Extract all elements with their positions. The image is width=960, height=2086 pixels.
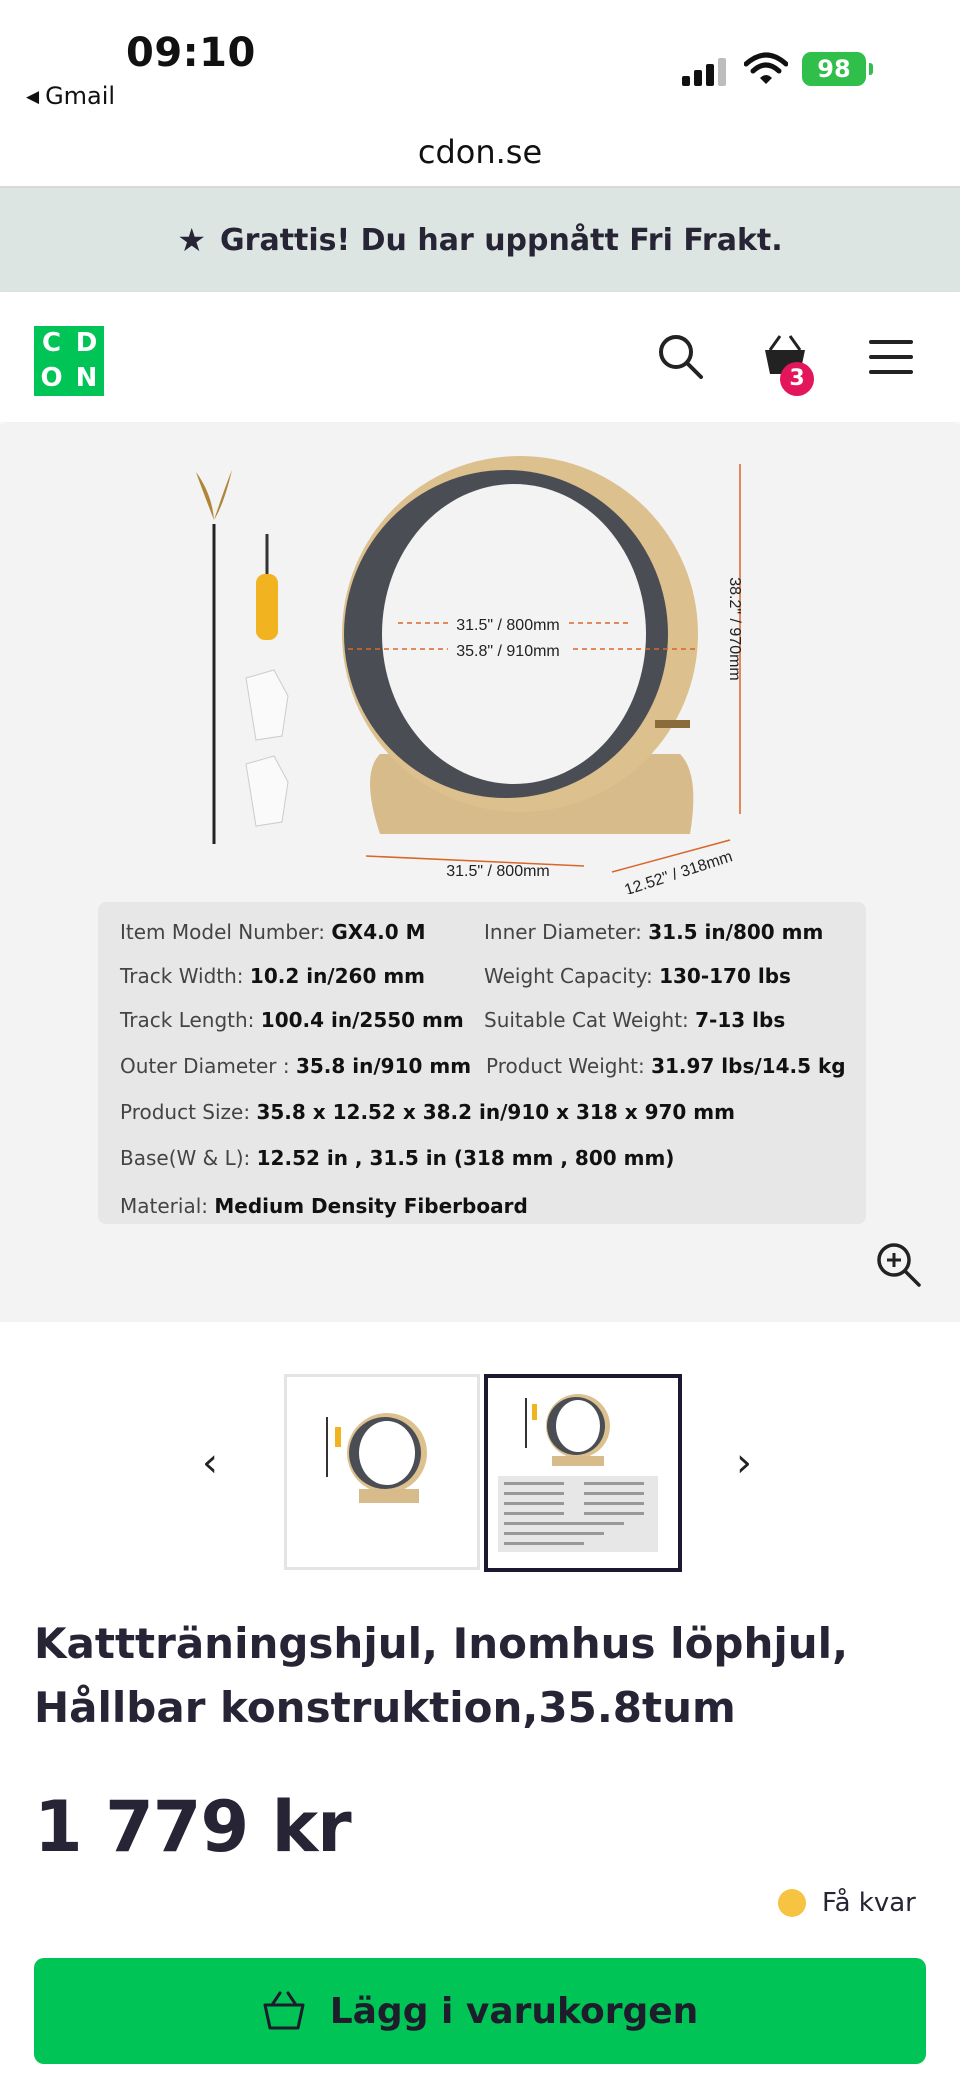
zoom-in-icon[interactable] bbox=[874, 1240, 924, 1290]
inner-dim-label: 31.5" / 800mm bbox=[456, 617, 560, 634]
spec-label: Suitable Cat Weight: bbox=[484, 1008, 689, 1032]
cdon-logo[interactable]: C D O N bbox=[34, 326, 104, 396]
spec-item: Material: Medium Density Fiberboard bbox=[120, 1194, 528, 1218]
spec-item: Track Length: 100.4 in/2550 mm bbox=[120, 1008, 464, 1032]
spec-label: Product Size: bbox=[120, 1100, 251, 1124]
back-app-label: Gmail bbox=[45, 82, 116, 110]
url-bar[interactable]: cdon.se bbox=[0, 130, 960, 188]
add-to-cart-button[interactable]: Lägg i varukorgen bbox=[34, 1958, 926, 2064]
promo-text: Grattis! Du har uppnått Fri Frakt. bbox=[220, 222, 783, 258]
screwdriver bbox=[256, 574, 278, 640]
glove-1 bbox=[245, 669, 289, 741]
cellular-signal-icon bbox=[682, 56, 730, 86]
spec-label: Track Width: bbox=[120, 964, 244, 988]
spec-item: Outer Diameter : 35.8 in/910 mm bbox=[120, 1054, 471, 1078]
basket-icon bbox=[263, 1991, 305, 2030]
menu-icon[interactable] bbox=[866, 332, 916, 382]
logo-letter: C bbox=[41, 328, 62, 358]
spec-label: Track Length: bbox=[120, 1008, 255, 1032]
stock-status: Få kvar bbox=[778, 1888, 916, 1918]
depth-dim-label: 12.52" / 318mm bbox=[623, 848, 735, 894]
site-header: C D O N 3 bbox=[0, 292, 960, 422]
spec-item: Suitable Cat Weight: 7-13 lbs bbox=[484, 1008, 785, 1032]
glove-2 bbox=[245, 755, 289, 827]
spec-item: Weight Capacity: 130-170 lbs bbox=[484, 964, 791, 988]
height-dim-label: 38.2" / 970mm bbox=[726, 577, 743, 681]
spec-item: Track Width: 10.2 in/260 mm bbox=[120, 964, 425, 988]
thumbnail-1-image bbox=[326, 1413, 427, 1503]
status-bar: 09:10 ◀ Gmail 98 bbox=[0, 0, 960, 130]
spec-value: 130-170 lbs bbox=[659, 964, 791, 988]
spec-value: 31.97 lbs/14.5 kg bbox=[651, 1054, 846, 1078]
spec-label: Product Weight: bbox=[486, 1054, 645, 1078]
wifi-icon bbox=[744, 52, 788, 84]
spec-label: Base(W & L): bbox=[120, 1146, 251, 1170]
product-image: 31.5" / 800mm 35.8" / 910mm 38.2" / 970m… bbox=[196, 456, 743, 894]
back-to-app-link[interactable]: ◀ Gmail bbox=[26, 82, 115, 110]
cart-count-badge: 3 bbox=[780, 362, 814, 396]
spec-item: Base(W & L): 12.52 in , 31.5 in (318 mm … bbox=[120, 1146, 674, 1170]
product-title: Kattträningshjul, Inomhus löphjul, Hållb… bbox=[34, 1619, 849, 1732]
spec-value: 7-13 lbs bbox=[695, 1008, 786, 1032]
spec-item: Inner Diameter: 31.5 in/800 mm bbox=[484, 920, 823, 944]
thumbnail-2-image bbox=[498, 1394, 658, 1552]
stock-label: Få kvar bbox=[822, 1888, 916, 1918]
spec-value: GX4.0 M bbox=[331, 920, 426, 944]
free-shipping-banner: ★ Grattis! Du har uppnått Fri Frakt. bbox=[0, 188, 960, 292]
add-to-cart-label: Lägg i varukorgen bbox=[329, 1990, 699, 2032]
spec-label: Material: bbox=[120, 1194, 208, 1218]
spec-value: 10.2 in/260 mm bbox=[249, 964, 426, 988]
spec-value: 12.52 in , 31.5 in (318 mm , 800 mm) bbox=[256, 1146, 675, 1170]
product-price: 1 779 kr bbox=[34, 1786, 352, 1868]
search-icon[interactable] bbox=[656, 332, 706, 382]
spec-item: Product Size: 35.8 x 12.52 x 38.2 in/910… bbox=[120, 1100, 735, 1124]
star-icon: ★ bbox=[177, 221, 207, 259]
clock: 09:10 bbox=[126, 30, 256, 76]
logo-letter: O bbox=[40, 363, 63, 393]
spec-value: 35.8 x 12.52 x 38.2 in/910 x 318 x 970 m… bbox=[256, 1100, 735, 1124]
feather bbox=[196, 470, 232, 520]
spec-label: Outer Diameter : bbox=[120, 1054, 290, 1078]
spec-item: Product Weight: 31.97 lbs/14.5 kg bbox=[486, 1054, 846, 1078]
thumbnail-carousel: ‹ › bbox=[0, 1322, 960, 1572]
width-dim-label: 31.5" / 800mm bbox=[446, 863, 550, 880]
spec-value: 35.8 in/910 mm bbox=[295, 1054, 472, 1078]
logo-letter: D bbox=[75, 328, 98, 358]
next-image-button[interactable]: › bbox=[736, 1440, 752, 1486]
outer-dim-label: 35.8" / 910mm bbox=[456, 643, 560, 660]
battery-level: 98 bbox=[817, 55, 851, 83]
spec-item: Item Model Number: GX4.0 M bbox=[120, 920, 426, 944]
stock-indicator-dot bbox=[778, 1889, 806, 1917]
spec-label: Item Model Number: bbox=[120, 920, 326, 944]
spec-label: Weight Capacity: bbox=[484, 964, 653, 988]
back-triangle-icon: ◀ bbox=[26, 87, 40, 107]
thumbnail-2-selected[interactable] bbox=[484, 1374, 682, 1572]
spec-label: Inner Diameter: bbox=[484, 920, 642, 944]
previous-image-button[interactable]: ‹ bbox=[202, 1440, 218, 1486]
thumbnail-1[interactable] bbox=[284, 1374, 480, 1570]
product-image-gallery[interactable]: 31.5" / 800mm 35.8" / 910mm 38.2" / 970m… bbox=[0, 424, 960, 1322]
spec-value: Medium Density Fiberboard bbox=[214, 1194, 528, 1218]
logo-letter: N bbox=[75, 363, 98, 393]
spec-value: 31.5 in/800 mm bbox=[648, 920, 824, 944]
spec-value: 100.4 in/2550 mm bbox=[260, 1008, 464, 1032]
battery-indicator: 98 bbox=[802, 52, 873, 86]
